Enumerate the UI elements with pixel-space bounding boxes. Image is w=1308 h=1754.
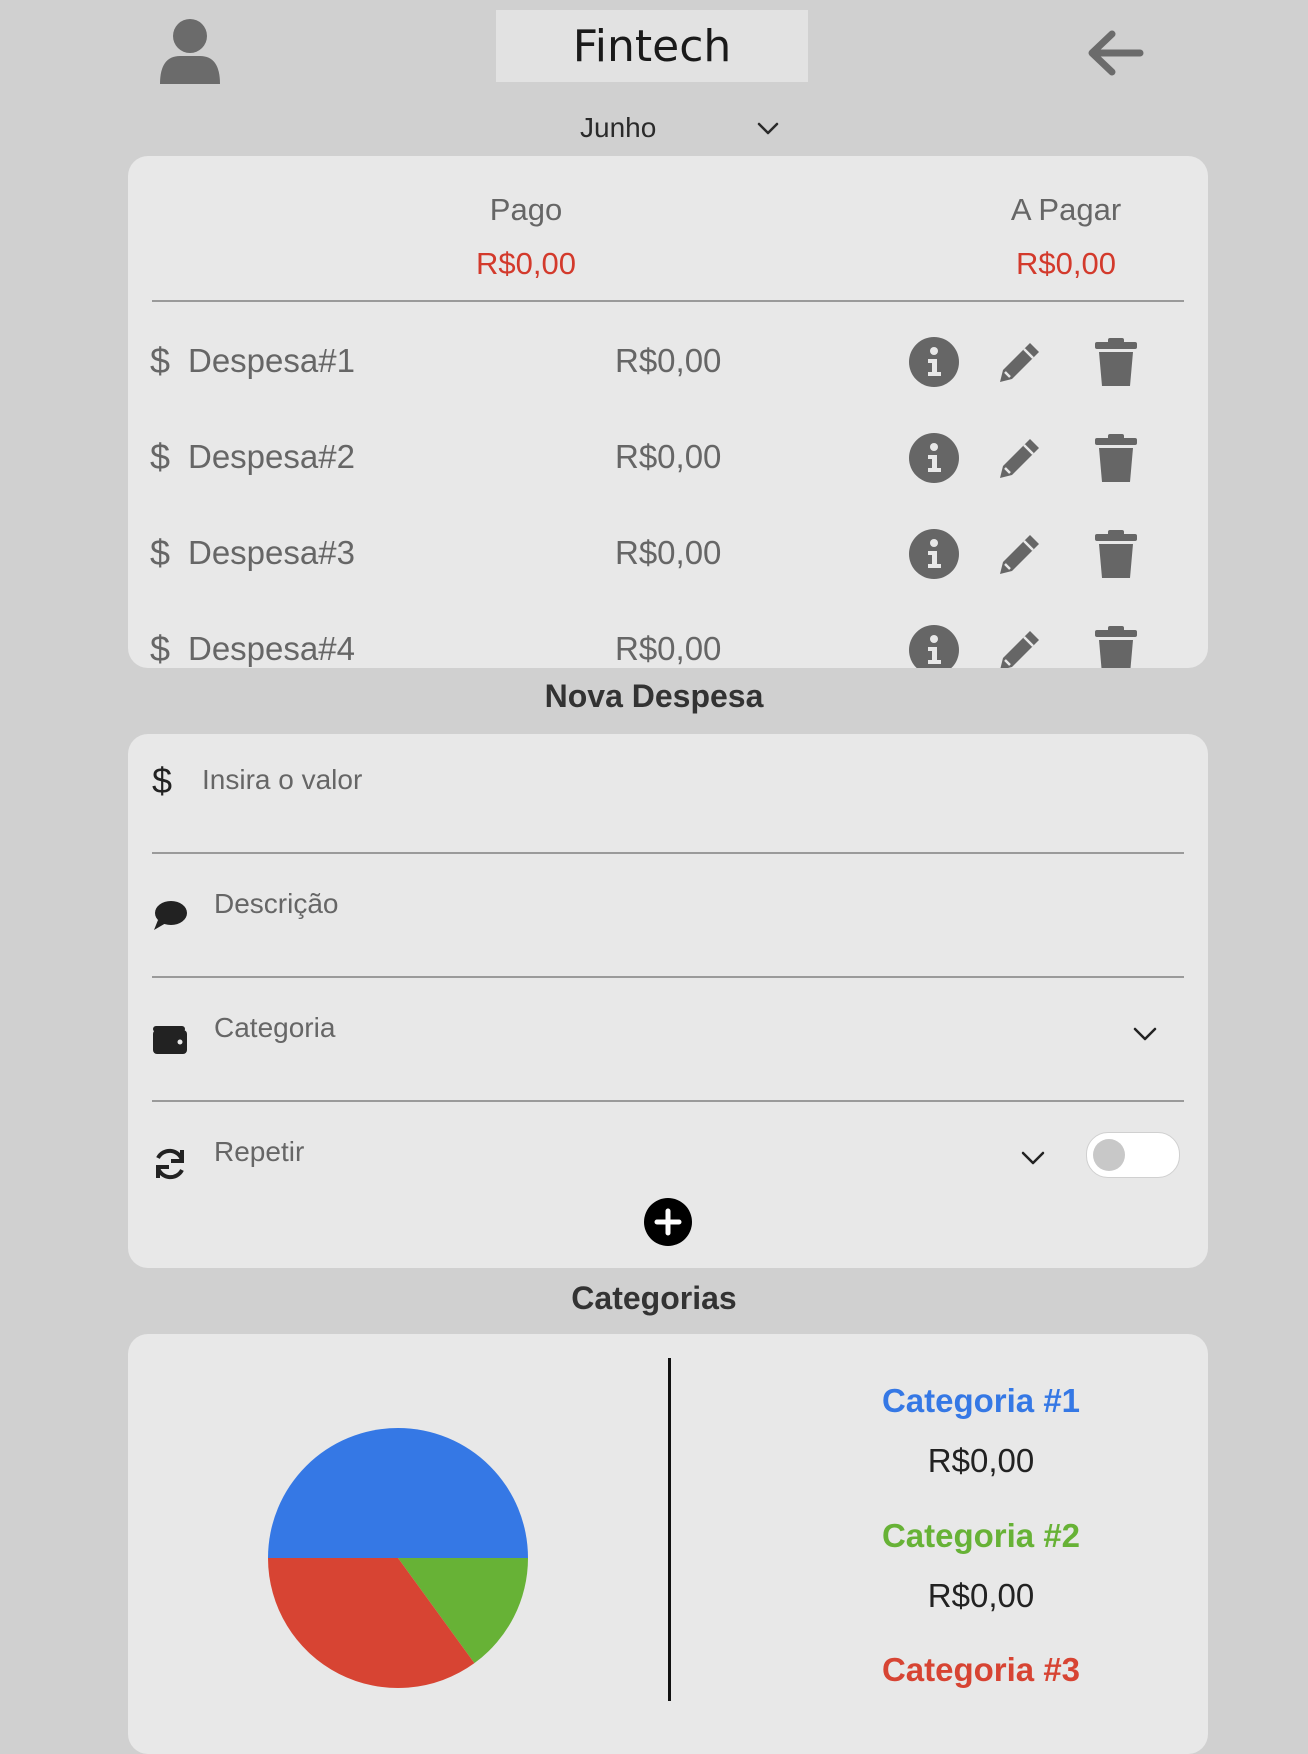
trash-icon[interactable] <box>1090 336 1142 388</box>
repeat-select[interactable]: Repetir <box>214 1136 304 1168</box>
paid-label: Pago <box>489 192 563 227</box>
expense-row: $ Despesa#3 R$0,00 <box>128 524 1208 584</box>
description-input[interactable]: Descrição <box>214 888 338 920</box>
category-value: R$0,00 <box>927 1577 1035 1614</box>
category-name: Categoria #3 <box>881 1651 1081 1688</box>
dollar-icon: $ <box>150 340 171 381</box>
month-select-value: Junho <box>580 112 657 143</box>
expense-name: Despesa#1 <box>188 342 355 379</box>
paid-summary: Pago R$0,00 <box>376 192 676 282</box>
field-underline <box>152 852 1184 854</box>
expense-name: Despesa#2 <box>188 438 355 475</box>
expense-amount: R$0,00 <box>615 438 722 475</box>
category-item: Categoria #3 <box>856 1651 1106 1689</box>
edit-pencil-icon[interactable] <box>994 432 1046 484</box>
expense-amount: R$0,00 <box>615 342 722 379</box>
category-select[interactable]: Categoria <box>214 1012 335 1044</box>
expenses-card: Pago R$0,00 A Pagar R$0,00 $ Despesa#1 R… <box>128 156 1208 668</box>
trash-icon[interactable] <box>1090 624 1142 668</box>
field-underline <box>152 1100 1184 1102</box>
categories-divider <box>668 1358 671 1701</box>
pie-slice-1 <box>268 1428 528 1558</box>
expense-name: Despesa#3 <box>188 534 355 571</box>
wallet-icon <box>153 1026 187 1054</box>
user-icon[interactable] <box>158 18 222 86</box>
due-value: R$0,00 <box>1016 246 1116 281</box>
expense-amount: R$0,00 <box>615 534 722 571</box>
app-title: Fintech <box>496 10 808 82</box>
categories-pie-chart <box>268 1428 528 1688</box>
dollar-icon: $ <box>150 532 171 573</box>
chevron-down-icon[interactable] <box>1020 1148 1046 1168</box>
expense-amount: R$0,00 <box>615 630 722 667</box>
expense-row: $ Despesa#2 R$0,00 <box>128 428 1208 488</box>
summary-divider <box>152 300 1184 302</box>
category-name: Categoria #1 <box>881 1382 1081 1419</box>
dollar-icon: $ <box>150 628 171 668</box>
new-expense-form: $ Insira o valor Descrição Categoria Rep… <box>128 734 1208 1268</box>
chevron-down-icon[interactable] <box>1132 1024 1158 1044</box>
edit-pencil-icon[interactable] <box>994 624 1046 668</box>
expense-name: Despesa#4 <box>188 630 355 667</box>
category-value: R$0,00 <box>927 1442 1035 1479</box>
trash-icon[interactable] <box>1090 528 1142 580</box>
value-field[interactable]: $ Insira o valor <box>152 734 1184 854</box>
category-name: Categoria #2 <box>881 1517 1081 1554</box>
due-label: A Pagar <box>1010 192 1122 227</box>
repeat-toggle[interactable] <box>1086 1132 1180 1178</box>
info-icon[interactable] <box>908 336 960 388</box>
new-expense-title: Nova Despesa <box>544 678 764 714</box>
refresh-icon <box>156 1148 184 1180</box>
category-item: Categoria #2 R$0,00 <box>856 1517 1106 1615</box>
toggle-knob <box>1093 1139 1125 1171</box>
dollar-icon: $ <box>152 760 173 801</box>
expense-row: $ Despesa#1 R$0,00 <box>128 332 1208 392</box>
categories-title: Categorias <box>571 1280 737 1316</box>
edit-pencil-icon[interactable] <box>994 336 1046 388</box>
repeat-field[interactable]: Repetir <box>152 1106 1184 1186</box>
info-icon[interactable] <box>908 528 960 580</box>
expense-row: $ Despesa#4 R$0,00 <box>128 620 1208 668</box>
category-field[interactable]: Categoria <box>152 982 1184 1102</box>
value-input[interactable]: Insira o valor <box>202 764 362 796</box>
back-arrow-icon[interactable] <box>1084 28 1144 78</box>
month-select[interactable]: Junho <box>580 108 780 148</box>
field-underline <box>152 976 1184 978</box>
info-icon[interactable] <box>908 624 960 668</box>
add-expense-button[interactable] <box>644 1198 692 1246</box>
chevron-down-icon <box>757 122 779 135</box>
edit-pencil-icon[interactable] <box>994 528 1046 580</box>
category-item: Categoria #1 R$0,00 <box>856 1382 1106 1480</box>
due-summary: A Pagar R$0,00 <box>916 192 1208 282</box>
description-field[interactable]: Descrição <box>152 858 1184 978</box>
info-icon[interactable] <box>908 432 960 484</box>
trash-icon[interactable] <box>1090 432 1142 484</box>
paid-value: R$0,00 <box>476 246 576 281</box>
speech-bubble-icon <box>154 901 187 930</box>
dollar-icon: $ <box>150 436 171 477</box>
